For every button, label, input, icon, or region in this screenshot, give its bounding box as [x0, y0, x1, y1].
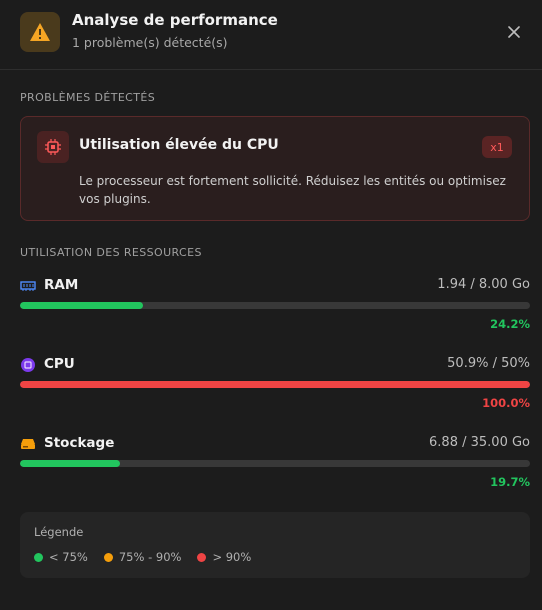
resource-name: Stockage: [44, 435, 115, 451]
resource-value: 50.9% / 50%: [447, 356, 530, 371]
panel-title: Analyse de performance: [72, 11, 278, 29]
close-icon: [508, 26, 520, 38]
legend-dot: [34, 552, 43, 562]
progress-bar: [20, 302, 530, 309]
legend-dot: [197, 552, 207, 562]
resource-value: 1.94 / 8.00 Go: [437, 277, 530, 292]
performance-panel: Analyse de performance 1 problème(s) dét…: [0, 0, 542, 610]
issue-count: 1 problème(s) détecté(s): [72, 35, 228, 50]
resource-percent: 19.7%: [490, 475, 530, 489]
ram-icon: [20, 278, 36, 294]
progress-fill: [20, 381, 530, 388]
progress-fill: [20, 302, 144, 309]
progress-bar: [20, 460, 530, 467]
close-button[interactable]: [500, 18, 528, 46]
legend-title: Légende: [34, 525, 84, 539]
issue-card: Utilisation élevée du CPU x1 Le processe…: [20, 116, 530, 221]
progress-fill: [20, 460, 121, 467]
storage-icon: [20, 436, 36, 452]
warning-triangle-icon: [20, 12, 60, 52]
legend-dot: [103, 552, 113, 562]
legend-label: < 75%: [49, 550, 88, 564]
resource-storage: Stockage 6.88 / 35.00 Go 19.7%: [20, 435, 530, 495]
issue-description: Le processeur est fortement sollicité. R…: [79, 174, 506, 206]
issue-count-badge: x1: [482, 136, 512, 158]
resources-section-label: UTILISATION DES RESSOURCES: [20, 246, 202, 259]
cpu-icon: [20, 357, 36, 373]
legend-item-high: > 90%: [197, 550, 251, 564]
legend-item-mid: 75% - 90%: [103, 550, 182, 564]
resource-value: 6.88 / 35.00 Go: [429, 435, 530, 450]
cpu-chip-icon: [37, 131, 69, 163]
resource-name: CPU: [44, 356, 75, 372]
legend-item-low: < 75%: [34, 550, 88, 564]
panel-header: Analyse de performance 1 problème(s) dét…: [0, 0, 542, 70]
progress-bar: [20, 381, 530, 388]
legend-label: 75% - 90%: [118, 550, 182, 564]
legend-label: > 90%: [212, 550, 252, 564]
legend-items: < 75% 75% - 90% > 90%: [34, 550, 251, 564]
issues-section-label: PROBLÈMES DÉTECTÉS: [20, 91, 156, 104]
resource-percent: 24.2%: [490, 317, 530, 331]
resource-percent: 100.0%: [482, 396, 530, 410]
issue-title: Utilisation élevée du CPU: [79, 137, 279, 153]
legend-box: Légende < 75% 75% - 90% > 90%: [20, 512, 530, 578]
resource-name: RAM: [44, 277, 79, 293]
resource-cpu: CPU 50.9% / 50% 100.0%: [20, 356, 530, 416]
resource-ram: RAM 1.94 / 8.00 Go 24.2%: [20, 277, 530, 337]
